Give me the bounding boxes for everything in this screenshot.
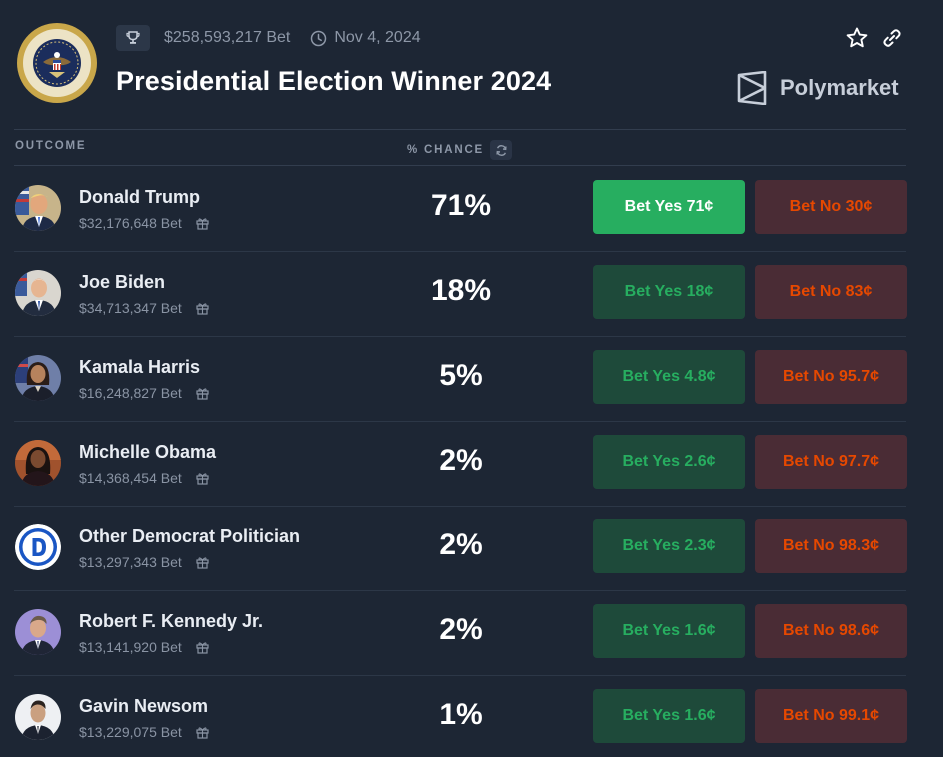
clock-icon <box>310 30 327 47</box>
market-end-date: Nov 4, 2024 <box>334 29 421 46</box>
outcome-bet-line: $16,248,827 Bet <box>79 385 209 401</box>
trophy-icon <box>126 31 140 44</box>
outcome-volume: $34,713,347 Bet <box>79 300 182 316</box>
outcome-chance: 71% <box>430 189 492 222</box>
gift-icon[interactable] <box>196 556 209 569</box>
avatar-kamala-harris <box>15 355 61 401</box>
gift-icon[interactable] <box>196 641 209 654</box>
outcome-row[interactable]: Other Democrat Politician $13,297,343 Be… <box>0 506 943 591</box>
avatar-joe-biden <box>15 270 61 316</box>
outcome-chance: 5% <box>439 359 483 392</box>
bet-yes-button[interactable]: Bet Yes 18¢ <box>593 265 745 319</box>
bet-no-button[interactable]: Bet No 83¢ <box>755 265 907 319</box>
bet-no-button[interactable]: Bet No 99.1¢ <box>755 689 907 743</box>
column-header-divider <box>14 165 906 166</box>
link-icon[interactable] <box>880 26 904 50</box>
gift-icon[interactable] <box>196 726 209 739</box>
avatar-gavin-newsom <box>15 694 61 740</box>
gift-icon[interactable] <box>196 302 209 315</box>
gift-icon[interactable] <box>196 472 209 485</box>
outcome-name[interactable]: Joe Biden <box>79 272 165 293</box>
outcome-bet-line: $32,176,648 Bet <box>79 215 209 231</box>
market-header: $258,593,217 Bet Nov 4, 2024 Presidentia… <box>0 0 943 130</box>
market-title: Presidential Election Winner 2024 <box>116 66 552 96</box>
bet-yes-button[interactable]: Bet Yes 2.3¢ <box>593 519 745 573</box>
refresh-icon <box>495 144 507 156</box>
column-header-outcome: OUTCOME <box>15 140 87 152</box>
avatar-michelle-obama <box>15 440 61 486</box>
democrat-logo-icon <box>15 524 61 570</box>
outcome-bet-line: $13,141,920 Bet <box>79 639 209 655</box>
outcome-name[interactable]: Michelle Obama <box>79 442 216 463</box>
column-header-chance: % CHANCE <box>407 140 513 160</box>
bet-no-button[interactable]: Bet No 98.6¢ <box>755 604 907 658</box>
outcome-bet-line: $13,297,343 Bet <box>79 554 209 570</box>
outcome-row[interactable]: Robert F. Kennedy Jr. $13,141,920 Bet 2%… <box>0 591 943 676</box>
bet-no-button[interactable]: Bet No 95.7¢ <box>755 350 907 404</box>
refresh-button[interactable] <box>490 140 513 160</box>
outcome-bet-line: $14,368,454 Bet <box>79 470 209 486</box>
market-meta: $258,593,217 Bet Nov 4, 2024 <box>116 24 421 52</box>
outcome-name[interactable]: Gavin Newsom <box>79 696 208 717</box>
polymarket-logo-icon <box>737 71 767 105</box>
outcome-chance: 1% <box>439 698 483 731</box>
brand-name: Polymarket <box>780 75 899 100</box>
bet-yes-button[interactable]: Bet Yes 2.6¢ <box>593 435 745 489</box>
outcome-name[interactable]: Other Democrat Politician <box>79 526 300 547</box>
outcome-chance: 2% <box>439 528 483 561</box>
avatar-robert-f-kennedy-jr <box>15 609 61 655</box>
outcome-volume: $32,176,648 Bet <box>79 215 182 231</box>
gift-icon[interactable] <box>196 387 209 400</box>
star-icon[interactable] <box>845 26 869 50</box>
outcome-chance: 18% <box>430 274 492 307</box>
bet-no-button[interactable]: Bet No 98.3¢ <box>755 519 907 573</box>
bet-yes-button[interactable]: Bet Yes 1.6¢ <box>593 689 745 743</box>
outcome-volume: $14,368,454 Bet <box>79 470 182 486</box>
outcome-bet-line: $13,229,075 Bet <box>79 724 209 740</box>
market-volume: $258,593,217 Bet <box>164 29 291 46</box>
outcome-chance: 2% <box>439 444 483 477</box>
avatar-donald-trump <box>15 185 61 231</box>
bet-yes-button[interactable]: Bet Yes 71¢ <box>593 180 745 234</box>
bet-yes-button[interactable]: Bet Yes 4.8¢ <box>593 350 745 404</box>
outcome-volume: $13,297,343 Bet <box>79 554 182 570</box>
outcome-volume: $13,141,920 Bet <box>79 639 182 655</box>
outcome-row[interactable]: Gavin Newsom $13,229,075 Bet 1% Bet Yes … <box>0 676 943 757</box>
column-header-chance-label: % CHANCE <box>407 144 485 156</box>
outcome-name[interactable]: Kamala Harris <box>79 357 200 378</box>
outcome-row[interactable]: Joe Biden $34,713,347 Bet 18% Bet Yes 18… <box>0 252 943 337</box>
header-divider <box>14 129 906 130</box>
bet-yes-button[interactable]: Bet Yes 1.6¢ <box>593 604 745 658</box>
outcome-volume: $13,229,075 Bet <box>79 724 182 740</box>
outcome-row[interactable]: Michelle Obama $14,368,454 Bet 2% Bet Ye… <box>0 422 943 507</box>
presidential-seal-icon <box>17 23 97 103</box>
outcome-row[interactable]: Kamala Harris $16,248,827 Bet 5% Bet Yes… <box>0 337 943 422</box>
outcome-name[interactable]: Donald Trump <box>79 187 200 208</box>
trophy-badge[interactable] <box>116 25 150 51</box>
outcome-name[interactable]: Robert F. Kennedy Jr. <box>79 611 263 632</box>
gift-icon[interactable] <box>196 217 209 230</box>
outcome-row[interactable]: Donald Trump $32,176,648 Bet 71% Bet Yes… <box>0 167 943 252</box>
outcome-chance: 2% <box>439 613 483 646</box>
outcome-bet-line: $34,713,347 Bet <box>79 300 209 316</box>
brand[interactable]: Polymarket <box>736 70 899 106</box>
bet-no-button[interactable]: Bet No 97.7¢ <box>755 435 907 489</box>
outcome-volume: $16,248,827 Bet <box>79 385 182 401</box>
bet-no-button[interactable]: Bet No 30¢ <box>755 180 907 234</box>
